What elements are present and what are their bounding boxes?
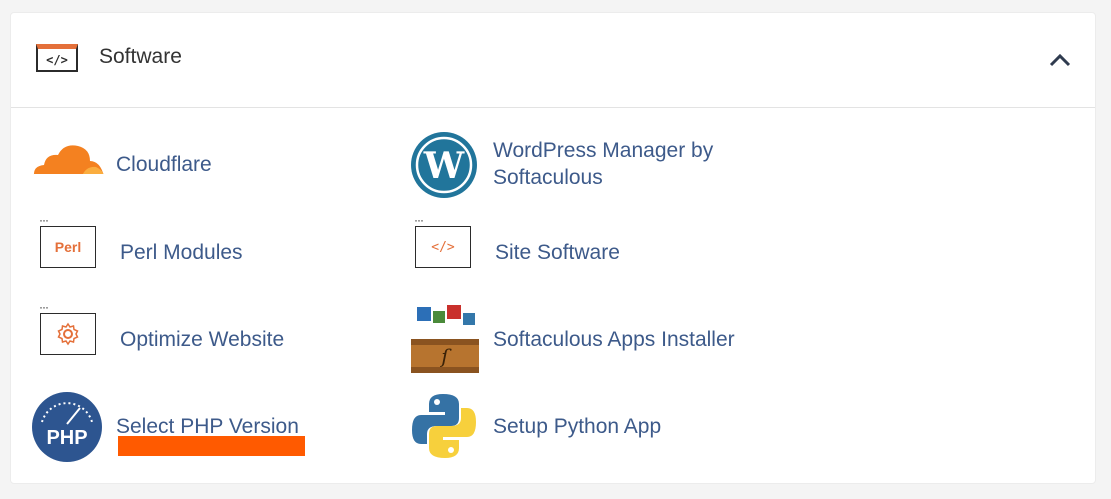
cloudflare-cloud-icon	[30, 128, 104, 200]
gear-icon-frame	[39, 300, 96, 355]
perl-icon-text: Perl	[54, 239, 82, 255]
code-icon: </>	[409, 213, 483, 288]
wordpress-label-line2: Softaculous	[493, 166, 603, 189]
setup-python-app-link[interactable]: Setup Python App	[407, 390, 661, 462]
code-icon-frame: </>	[414, 213, 471, 268]
perl-modules-link[interactable]: Perl Perl Modules	[34, 213, 243, 288]
softaculous-apps-link[interactable]: ſ Softaculous Apps Installer	[407, 303, 735, 375]
optimize-website-link[interactable]: Optimize Website	[34, 300, 285, 375]
softaculous-box-icon: ſ	[407, 303, 481, 375]
site-software-label: Site Software	[495, 240, 620, 264]
highlight-underline-annotation	[118, 436, 305, 456]
site-software-link[interactable]: </> Site Software	[409, 213, 620, 288]
cloudflare-link[interactable]: Cloudflare	[30, 128, 212, 200]
section-title: Software	[99, 45, 182, 68]
php-gauge-icon: PHP	[30, 390, 104, 462]
wordpress-icon: W	[407, 128, 481, 200]
python-icon	[407, 390, 481, 462]
softaculous-label: Softaculous Apps Installer	[493, 327, 735, 351]
perl-icon: Perl	[34, 213, 108, 288]
perl-modules-label: Perl Modules	[120, 240, 243, 264]
collapse-button[interactable]	[1045, 45, 1075, 75]
code-window-icon: </>	[36, 44, 78, 72]
wordpress-label: WordPress Manager by Softaculous	[493, 137, 713, 191]
svg-text:W: W	[423, 145, 465, 187]
cloudflare-label: Cloudflare	[116, 152, 212, 176]
perl-icon-frame: Perl	[39, 213, 96, 268]
code-icon-text: </>	[431, 239, 455, 255]
php-icon-text: PHP	[46, 427, 87, 449]
setup-python-app-label: Setup Python App	[493, 414, 662, 438]
chevron-up-icon	[1049, 53, 1071, 67]
header-icon-text: </>	[46, 52, 68, 67]
section-header[interactable]: </> Software	[11, 13, 1095, 108]
optimize-website-label: Optimize Website	[120, 327, 285, 351]
wordpress-manager-link[interactable]: W WordPress Manager by Softaculous	[407, 128, 713, 200]
gear-icon	[34, 300, 108, 375]
wordpress-label-line1: WordPress Manager by	[493, 139, 714, 162]
